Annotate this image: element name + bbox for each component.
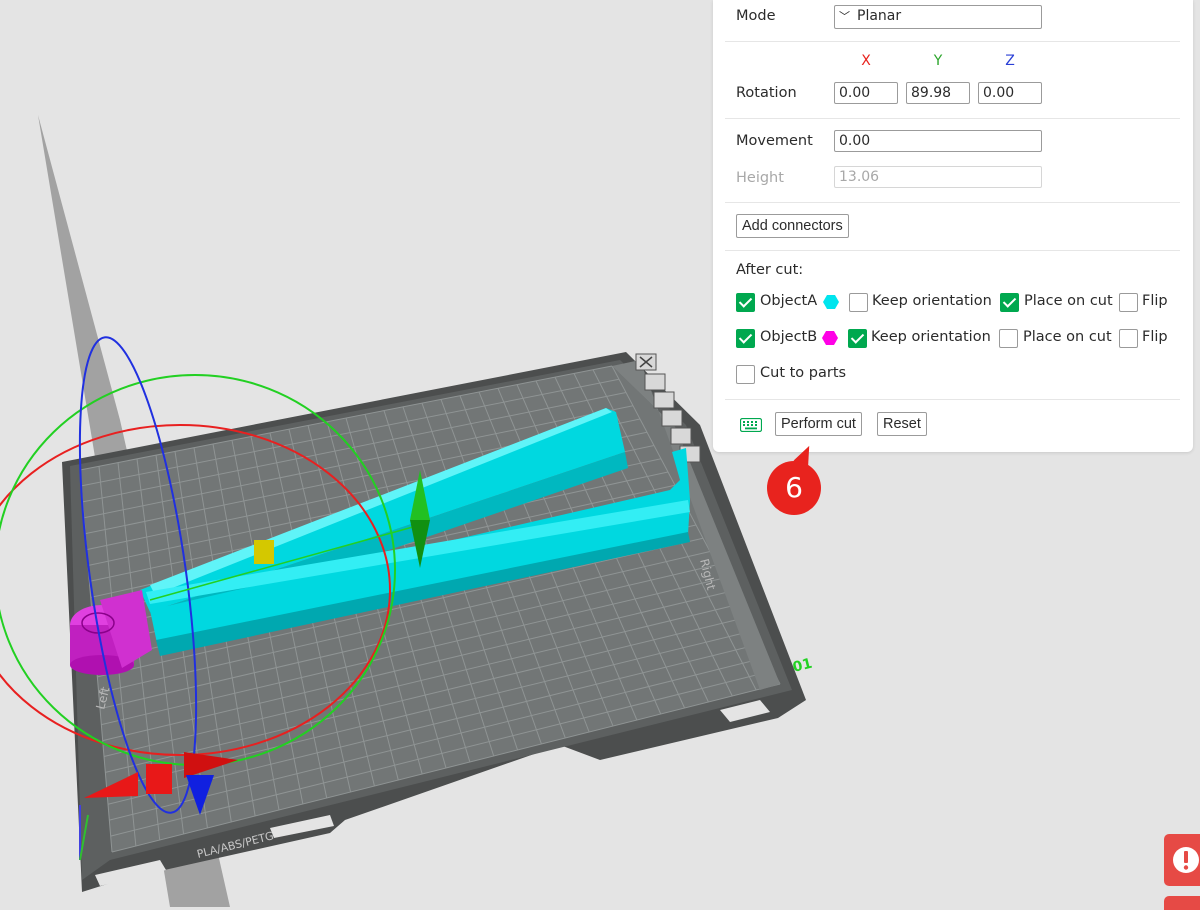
reset-button[interactable]: Reset bbox=[877, 412, 927, 436]
axis-z-label: Z bbox=[1005, 53, 1015, 69]
movement-input[interactable] bbox=[834, 130, 1042, 152]
step-callout-badge: 6 bbox=[767, 461, 821, 515]
object-a-keep-orientation-label: Keep orientation bbox=[872, 293, 992, 309]
object-b-color-hexagon-icon bbox=[822, 331, 838, 345]
object-b-keep-orientation-label: Keep orientation bbox=[871, 329, 991, 345]
cut-to-parts-label: Cut to parts bbox=[760, 365, 847, 381]
after-cut-label: After cut: bbox=[736, 262, 804, 278]
mode-label: Mode bbox=[736, 8, 776, 24]
settings-icon[interactable] bbox=[670, 427, 692, 445]
height-label: Height bbox=[736, 170, 784, 186]
chevron-down-icon: ﹀ bbox=[839, 10, 850, 23]
axis-y-label: Y bbox=[933, 53, 943, 69]
object-a-keep-orientation-checkbox[interactable] bbox=[849, 293, 868, 312]
add-connectors-button[interactable]: Add connectors bbox=[736, 214, 849, 238]
keyboard-icon[interactable] bbox=[740, 418, 762, 432]
rotation-z-input[interactable] bbox=[978, 82, 1042, 104]
notification-button[interactable] bbox=[1164, 834, 1200, 886]
gizmo-center-handle[interactable] bbox=[254, 540, 274, 564]
layers-icon[interactable] bbox=[644, 373, 666, 391]
object-b-place-on-cut-label: Place on cut bbox=[1023, 329, 1112, 345]
grid-icon[interactable] bbox=[653, 391, 675, 409]
axis-x-label: X bbox=[861, 53, 871, 69]
gizmo-arrow-x-box[interactable] bbox=[146, 764, 172, 794]
height-input bbox=[834, 166, 1042, 188]
object-b-keep-orientation-checkbox[interactable] bbox=[848, 329, 867, 348]
object-b-checkbox[interactable] bbox=[736, 329, 755, 348]
printer-icon[interactable] bbox=[661, 409, 683, 427]
object-a-color-hexagon-icon bbox=[823, 295, 839, 309]
object-b-label: ObjectB bbox=[760, 329, 818, 345]
object-a-place-on-cut-label: Place on cut bbox=[1024, 293, 1113, 309]
object-a-flip-checkbox[interactable] bbox=[1119, 293, 1138, 312]
warning-icon bbox=[1173, 847, 1199, 873]
mode-select-value: Planar bbox=[857, 8, 902, 24]
notification-button-secondary[interactable] bbox=[1164, 896, 1200, 910]
object-b-flip-checkbox[interactable] bbox=[1119, 329, 1138, 348]
movement-label: Movement bbox=[736, 133, 813, 149]
rotation-label: Rotation bbox=[736, 85, 797, 101]
object-a-label: ObjectA bbox=[760, 293, 818, 309]
object-a-checkbox[interactable] bbox=[736, 293, 755, 312]
mode-select[interactable]: ﹀ Planar bbox=[834, 5, 1042, 29]
object-b-flip-label: Flip bbox=[1142, 329, 1168, 345]
object-b-place-on-cut-checkbox[interactable] bbox=[999, 329, 1018, 348]
bed-corner-number: 01 bbox=[791, 656, 814, 676]
object-a-flip-label: Flip bbox=[1142, 293, 1168, 309]
object-a-place-on-cut-checkbox[interactable] bbox=[1000, 293, 1019, 312]
rotation-y-input[interactable] bbox=[906, 82, 970, 104]
perform-cut-button[interactable]: Perform cut bbox=[775, 412, 862, 436]
cut-to-parts-checkbox[interactable] bbox=[736, 365, 755, 384]
rotation-x-input[interactable] bbox=[834, 82, 898, 104]
cut-tool-panel: Mode ﹀ Planar X Y Z Rotation Movement Hei… bbox=[713, 0, 1193, 452]
